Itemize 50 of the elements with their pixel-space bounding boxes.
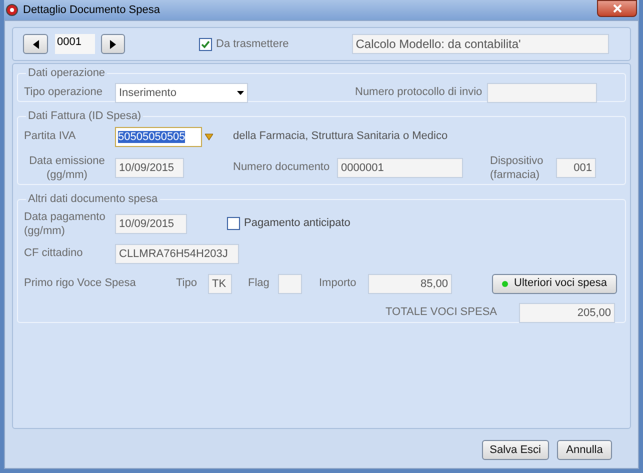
device-label: Dispositivo (farmacia) bbox=[490, 154, 544, 182]
field-label: Partita IVA bbox=[24, 129, 77, 144]
payment-date-field[interactable]: 10/09/2015 bbox=[115, 214, 187, 234]
close-button[interactable] bbox=[597, 0, 637, 17]
issue-date-field[interactable]: 10/09/2015 bbox=[115, 158, 184, 178]
checkbox[interactable] bbox=[227, 217, 240, 230]
checkbox[interactable] bbox=[199, 38, 212, 50]
field-label: Numero documento bbox=[233, 160, 331, 176]
field-label: Numero protocollo di invio bbox=[355, 85, 484, 100]
selected-text: 50505050505 bbox=[118, 130, 186, 142]
total-label: TOTALE VOCI SPESA bbox=[386, 305, 497, 320]
previous-button[interactable] bbox=[23, 34, 48, 54]
type-field[interactable]: TK bbox=[208, 274, 232, 294]
field-label: Tipo bbox=[176, 276, 198, 292]
field-label: Tipo operazione bbox=[24, 85, 104, 100]
device-field[interactable]: 001 bbox=[556, 158, 596, 178]
group-title: Altri dati documento spesa bbox=[27, 192, 159, 207]
hint-icon bbox=[205, 132, 213, 140]
operation-type-dropdown[interactable]: Inserimento bbox=[115, 82, 248, 102]
group-title: Dati Fattura (ID Spesa) bbox=[27, 109, 142, 124]
record-field[interactable]: 0001 bbox=[55, 34, 95, 54]
dropdown-arrow-icon bbox=[237, 90, 244, 94]
left-triangle-icon bbox=[32, 40, 38, 48]
app-icon bbox=[6, 4, 18, 16]
field-label: Importo bbox=[319, 276, 358, 292]
close-icon bbox=[612, 4, 622, 13]
tax-code-field[interactable]: CLLMRA76H54H203J bbox=[115, 244, 239, 264]
vat-note: della Farmacia, Struttura Sanitaria o Medico bbox=[233, 129, 448, 144]
checkbox-label: Da trasmettere bbox=[216, 36, 289, 52]
total-field: 205,00 bbox=[519, 302, 615, 322]
dialog-button[interactable]: Annulla bbox=[557, 440, 612, 460]
protocol-field[interactable] bbox=[487, 82, 597, 102]
checkmark-icon bbox=[201, 40, 210, 48]
checkbox-label: Pagamento anticipato bbox=[244, 216, 350, 232]
field-label: Flag bbox=[248, 276, 270, 292]
dialog-button[interactable]: Salva Esci bbox=[482, 440, 549, 460]
right-triangle-icon bbox=[110, 40, 116, 48]
next-button[interactable] bbox=[101, 34, 125, 54]
date-label: Data emissione (gg/mm) bbox=[28, 154, 106, 182]
more-items-button[interactable]: Ulteriori voci spesa bbox=[492, 274, 617, 294]
vat-number-field[interactable]: 50505050505 bbox=[115, 126, 202, 146]
payment-date-label: Data pagamento (gg/mm) bbox=[24, 210, 106, 238]
field-label: CF cittadino bbox=[24, 246, 84, 262]
field-label: Primo rigo Voce Spesa bbox=[24, 276, 137, 292]
flag-field[interactable] bbox=[278, 274, 302, 294]
calculation-field[interactable]: Calcolo Modello: da contabilita' bbox=[352, 34, 609, 54]
window-title: Dettaglio Documento Spesa bbox=[23, 2, 161, 18]
amount-field[interactable]: 85,00 bbox=[368, 274, 452, 294]
group-title: Dati operazione bbox=[27, 66, 106, 81]
document-number-field[interactable]: 0000001 bbox=[337, 158, 463, 178]
